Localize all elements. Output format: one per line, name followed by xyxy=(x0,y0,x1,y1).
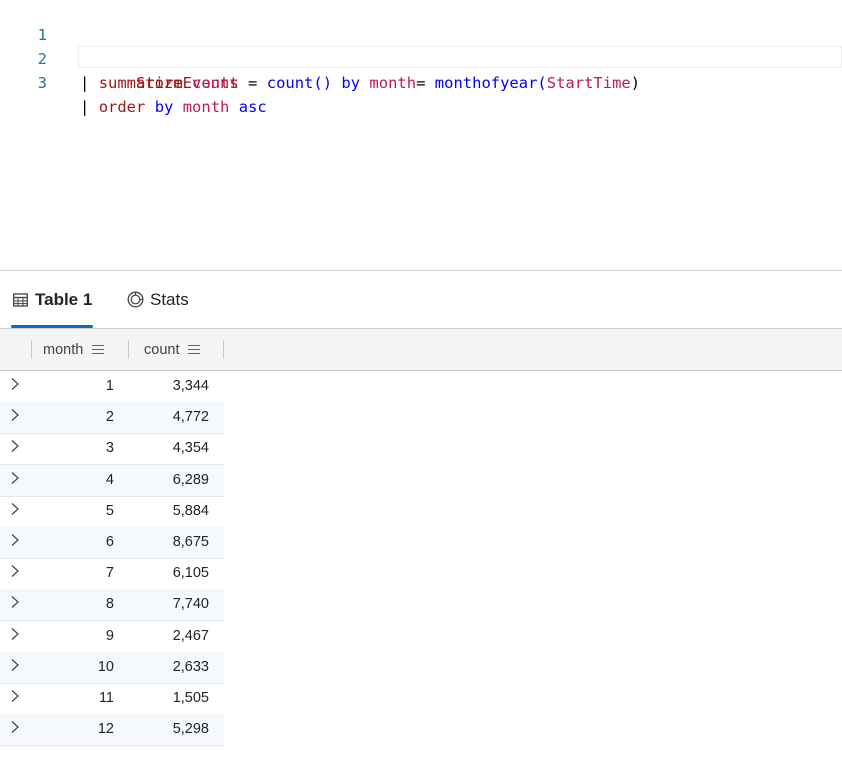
cell-month: 1 xyxy=(105,378,114,394)
column-header-label: count xyxy=(144,341,180,358)
chevron-right-icon[interactable] xyxy=(8,658,22,672)
by-keyword: by xyxy=(341,74,361,92)
table-row[interactable]: 12 5,298 xyxy=(0,714,224,747)
line-number: 3 xyxy=(37,74,47,92)
table-row[interactable]: 11 1,505 xyxy=(0,683,224,715)
cell-month: 2 xyxy=(105,409,114,426)
table-row[interactable]: 3 4,354 xyxy=(0,433,224,466)
cell-count: 5,884 xyxy=(172,502,209,519)
cell-month: 7 xyxy=(105,565,114,582)
asc-keyword: asc xyxy=(238,98,267,116)
chevron-right-icon[interactable] xyxy=(8,502,22,516)
pipe-operator: | xyxy=(80,74,90,92)
table-icon xyxy=(11,291,29,309)
table-row[interactable]: 6 8,675 xyxy=(0,527,224,559)
cell-count: 8,675 xyxy=(172,534,209,550)
cell-month: 4 xyxy=(105,471,114,488)
equals-sign: = xyxy=(416,74,426,92)
close-paren: ) xyxy=(630,74,641,92)
column-header-month[interactable]: month xyxy=(43,329,105,370)
cell-month: 5 xyxy=(105,502,114,519)
cell-count: 3,344 xyxy=(172,378,209,394)
pipe-operator: | xyxy=(80,98,90,116)
cell-count: 2,467 xyxy=(172,627,209,644)
stats-icon xyxy=(126,291,144,309)
order-keyword: order xyxy=(98,98,146,116)
cell-month: 9 xyxy=(105,627,114,644)
column-name: StartTime xyxy=(546,74,631,92)
tab-stats[interactable]: Stats xyxy=(126,271,196,328)
table-row[interactable]: 2 4,772 xyxy=(0,402,224,435)
cell-count: 4,772 xyxy=(172,409,209,426)
column-header-label: month xyxy=(43,341,84,358)
by-keyword: by xyxy=(154,98,174,116)
table-row[interactable]: 1 3,344 xyxy=(0,371,224,403)
cell-month: 12 xyxy=(97,721,114,738)
column-separator[interactable] xyxy=(128,340,129,359)
chevron-right-icon[interactable] xyxy=(8,408,22,422)
cell-count: 1,505 xyxy=(172,690,209,706)
cell-month: 6 xyxy=(105,534,114,550)
cell-count: 2,633 xyxy=(172,658,209,675)
chevron-right-icon[interactable] xyxy=(8,533,22,547)
menu-icon[interactable] xyxy=(188,345,201,354)
chevron-right-icon[interactable] xyxy=(8,595,22,609)
variable-name: count xyxy=(192,74,239,92)
table-row[interactable]: 7 6,105 xyxy=(0,558,224,591)
table-row[interactable]: 5 5,884 xyxy=(0,496,224,528)
code-line-1: 1 StormEvents xyxy=(0,0,842,92)
chevron-right-icon[interactable] xyxy=(8,377,22,391)
query-editor[interactable]: 1 StormEvents 2 | summarize count = coun… xyxy=(0,0,842,270)
results-tabs: Table 1 Stats xyxy=(0,271,842,329)
column-separator[interactable] xyxy=(223,340,224,359)
function-call: count() xyxy=(266,74,333,92)
function-call: monthofyear( xyxy=(434,74,547,92)
tab-table-1[interactable]: Table 1 xyxy=(11,271,93,328)
code-line-3: 3 | order by month asc xyxy=(0,47,842,116)
column-header-count[interactable]: count xyxy=(144,329,201,370)
column-name: month xyxy=(369,74,417,92)
cell-month: 11 xyxy=(98,690,114,706)
chevron-right-icon[interactable] xyxy=(8,720,22,734)
chevron-right-icon[interactable] xyxy=(8,564,22,578)
cell-month: 10 xyxy=(97,658,114,675)
summarize-keyword: summarize xyxy=(98,74,183,92)
table-row[interactable]: 8 7,740 xyxy=(0,589,224,622)
column-separator[interactable] xyxy=(31,340,32,359)
chevron-right-icon[interactable] xyxy=(8,689,22,703)
table-row[interactable]: 9 2,467 xyxy=(0,621,224,653)
cell-count: 7,740 xyxy=(172,596,209,613)
code-line-2: 2 | summarize count = count() by month= … xyxy=(0,23,842,92)
chevron-right-icon[interactable] xyxy=(8,439,22,453)
cell-month: 8 xyxy=(105,596,114,613)
tab-label: Stats xyxy=(150,289,189,309)
cell-count: 6,105 xyxy=(172,565,209,582)
cell-count: 5,298 xyxy=(172,721,209,738)
equals-sign: = xyxy=(248,74,258,92)
cell-month: 3 xyxy=(105,440,114,457)
column-name: month xyxy=(182,98,230,116)
tab-label: Table 1 xyxy=(35,289,93,309)
chevron-right-icon[interactable] xyxy=(8,471,22,485)
menu-icon[interactable] xyxy=(92,345,105,354)
cell-count: 6,289 xyxy=(172,471,209,488)
cell-count: 4,354 xyxy=(172,440,209,457)
chevron-right-icon[interactable] xyxy=(8,627,22,641)
table-row[interactable]: 4 6,289 xyxy=(0,464,224,497)
table-row[interactable]: 10 2,633 xyxy=(0,651,224,684)
grid-header: month count xyxy=(0,329,842,371)
